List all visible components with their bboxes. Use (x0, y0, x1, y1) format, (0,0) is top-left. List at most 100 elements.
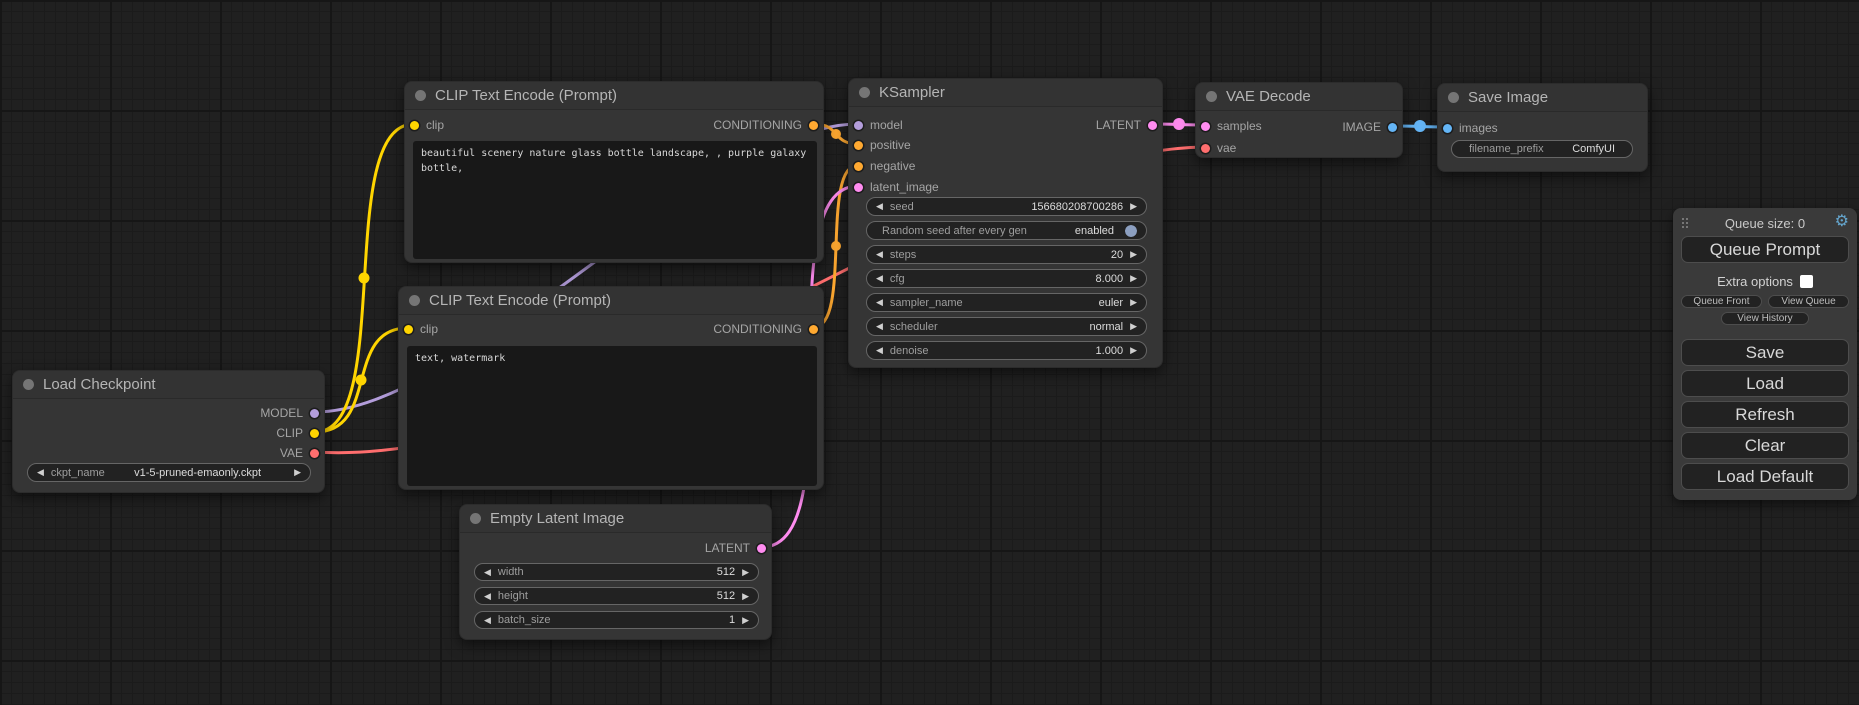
link-midpoint-dot[interactable] (356, 375, 367, 386)
queue-front-button[interactable]: Queue Front (1681, 295, 1762, 308)
node-title-bar[interactable]: Empty Latent Image (460, 505, 771, 533)
input-negative[interactable]: negative (854, 157, 915, 175)
increment-arrow-icon[interactable]: ▶ (742, 592, 749, 601)
conditioning-port-icon[interactable] (809, 121, 818, 130)
decrement-arrow-icon[interactable]: ◀ (876, 274, 883, 283)
input-samples[interactable]: samples (1201, 117, 1262, 135)
node-title-bar[interactable]: VAE Decode (1196, 83, 1402, 111)
load-default-button[interactable]: Load Default (1681, 463, 1849, 490)
collapse-dot-icon[interactable] (470, 513, 481, 524)
input-clip[interactable]: clip (410, 116, 444, 134)
queue-panel[interactable]: Queue size: 0 ⚙ Queue Prompt Extra optio… (1673, 208, 1857, 500)
conditioning-port-icon[interactable] (854, 141, 863, 150)
output-latent[interactable]: LATENT (705, 539, 766, 557)
collapse-dot-icon[interactable] (409, 295, 420, 306)
conditioning-port-icon[interactable] (854, 162, 863, 171)
link-midpoint-dot[interactable] (1414, 120, 1426, 132)
decrement-arrow-icon[interactable]: ◀ (484, 568, 491, 577)
input-images[interactable]: images (1443, 119, 1498, 137)
output-vae[interactable]: VAE (280, 444, 319, 462)
output-conditioning[interactable]: CONDITIONING (713, 116, 818, 134)
steps-widget[interactable]: ◀ steps 20 ▶ (866, 245, 1147, 264)
link-midpoint-dot[interactable] (1173, 118, 1185, 130)
output-model[interactable]: MODEL (260, 404, 319, 422)
save-button[interactable]: Save (1681, 339, 1849, 366)
input-latent-image[interactable]: latent_image (854, 178, 939, 196)
denoise-widget[interactable]: ◀ denoise 1.000 ▶ (866, 341, 1147, 360)
sampler-name-widget[interactable]: ◀ sampler_name euler ▶ (866, 293, 1147, 312)
increment-arrow-icon[interactable]: ▶ (1130, 298, 1137, 307)
decrement-arrow-icon[interactable]: ◀ (876, 202, 883, 211)
increment-arrow-icon[interactable]: ▶ (742, 568, 749, 577)
image-port-icon[interactable] (1443, 124, 1452, 133)
node-save-image[interactable]: Save Image images filename_prefix ComfyU… (1437, 83, 1648, 172)
clear-button[interactable]: Clear (1681, 432, 1849, 459)
node-empty-latent-image[interactable]: Empty Latent Image LATENT ◀ width 512 ▶ … (459, 504, 772, 640)
increment-arrow-icon[interactable]: ▶ (742, 616, 749, 625)
cfg-widget[interactable]: ◀ cfg 8.000 ▶ (866, 269, 1147, 288)
input-vae[interactable]: vae (1201, 139, 1236, 157)
node-title-bar[interactable]: KSampler (849, 79, 1162, 107)
node-title-bar[interactable]: Save Image (1438, 84, 1647, 112)
graph-canvas[interactable]: Load Checkpoint MODEL CLIP VAE ◀ ckpt_na… (0, 0, 1859, 705)
increment-arrow-icon[interactable]: ▶ (294, 468, 301, 477)
increment-arrow-icon[interactable]: ▶ (1130, 346, 1137, 355)
load-button[interactable]: Load (1681, 370, 1849, 397)
gear-icon[interactable]: ⚙ (1835, 214, 1849, 230)
decrement-arrow-icon[interactable]: ◀ (876, 346, 883, 355)
decrement-arrow-icon[interactable]: ◀ (484, 592, 491, 601)
node-title-bar[interactable]: CLIP Text Encode (Prompt) (399, 287, 823, 315)
input-model[interactable]: model (854, 116, 903, 134)
extra-options-checkbox[interactable] (1800, 275, 1813, 288)
decrement-arrow-icon[interactable]: ◀ (484, 616, 491, 625)
vae-port-icon[interactable] (1201, 144, 1210, 153)
scheduler-widget[interactable]: ◀ scheduler normal ▶ (866, 317, 1147, 336)
clip-port-icon[interactable] (410, 121, 419, 130)
collapse-dot-icon[interactable] (415, 90, 426, 101)
queue-prompt-button[interactable]: Queue Prompt (1681, 236, 1849, 263)
collapse-dot-icon[interactable] (23, 379, 34, 390)
increment-arrow-icon[interactable]: ▶ (1130, 202, 1137, 211)
batch-size-widget[interactable]: ◀ batch_size 1 ▶ (474, 611, 759, 629)
collapse-dot-icon[interactable] (1448, 92, 1459, 103)
output-latent[interactable]: LATENT (1096, 116, 1157, 134)
seed-widget[interactable]: ◀ seed 156680208700286 ▶ (866, 197, 1147, 216)
vae-port-icon[interactable] (310, 449, 319, 458)
collapse-dot-icon[interactable] (1206, 91, 1217, 102)
model-port-icon[interactable] (310, 409, 319, 418)
decrement-arrow-icon[interactable]: ◀ (876, 322, 883, 331)
node-ksampler[interactable]: KSampler model positive negative latent_… (848, 78, 1163, 368)
decrement-arrow-icon[interactable]: ◀ (876, 250, 883, 259)
positive-prompt-textarea[interactable]: beautiful scenery nature glass bottle la… (413, 141, 817, 259)
decrement-arrow-icon[interactable]: ◀ (37, 468, 44, 477)
node-vae-decode[interactable]: VAE Decode samples vae IMAGE (1195, 82, 1403, 158)
clip-port-icon[interactable] (404, 325, 413, 334)
node-title-bar[interactable]: Load Checkpoint (13, 371, 324, 399)
model-port-icon[interactable] (854, 121, 863, 130)
image-port-icon[interactable] (1388, 123, 1397, 132)
link-midpoint-dot[interactable] (831, 129, 841, 139)
decrement-arrow-icon[interactable]: ◀ (876, 298, 883, 307)
ckpt-name-widget[interactable]: ◀ ckpt_name v1-5-pruned-emaonly.ckpt ▶ (27, 463, 311, 482)
random-seed-widget[interactable]: Random seed after every gen enabled (866, 221, 1147, 240)
input-clip[interactable]: clip (404, 320, 438, 338)
view-queue-button[interactable]: View Queue (1768, 295, 1849, 308)
increment-arrow-icon[interactable]: ▶ (1130, 322, 1137, 331)
latent-port-icon[interactable] (1201, 122, 1210, 131)
height-widget[interactable]: ◀ height 512 ▶ (474, 587, 759, 605)
node-load-checkpoint[interactable]: Load Checkpoint MODEL CLIP VAE ◀ ckpt_na… (12, 370, 325, 493)
output-image[interactable]: IMAGE (1342, 118, 1397, 136)
increment-arrow-icon[interactable]: ▶ (1130, 250, 1137, 259)
refresh-button[interactable]: Refresh (1681, 401, 1849, 428)
increment-arrow-icon[interactable]: ▶ (1130, 274, 1137, 283)
node-clip-text-encode-negative[interactable]: CLIP Text Encode (Prompt) clip CONDITION… (398, 286, 824, 490)
input-positive[interactable]: positive (854, 136, 911, 154)
link-midpoint-dot[interactable] (831, 241, 841, 251)
toggle-on-icon[interactable] (1125, 225, 1137, 237)
collapse-dot-icon[interactable] (859, 87, 870, 98)
node-title-bar[interactable]: CLIP Text Encode (Prompt) (405, 82, 823, 110)
latent-port-icon[interactable] (1148, 121, 1157, 130)
filename-prefix-widget[interactable]: filename_prefix ComfyUI (1451, 140, 1633, 158)
link-midpoint-dot[interactable] (359, 273, 370, 284)
conditioning-port-icon[interactable] (809, 325, 818, 334)
